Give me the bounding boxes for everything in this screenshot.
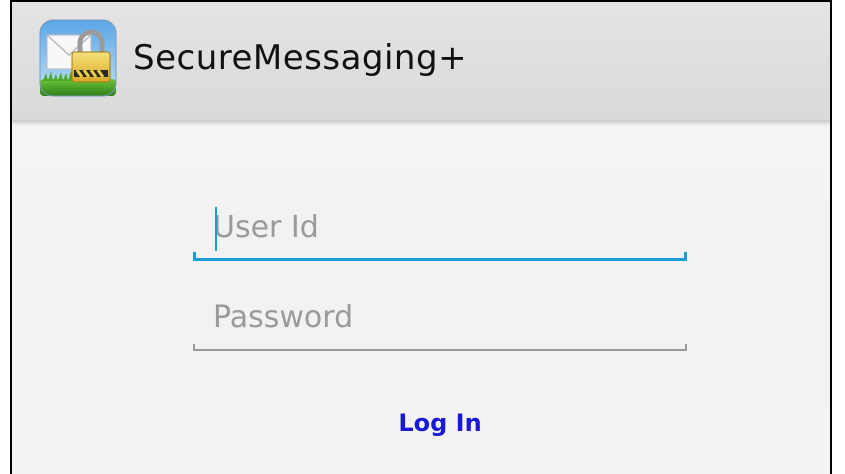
text-cursor: [215, 207, 217, 251]
password-field-container[interactable]: [193, 289, 687, 351]
app-window: SecureMessaging+ Log In: [10, 0, 832, 474]
userid-input[interactable]: [213, 205, 653, 249]
userid-field-container[interactable]: [193, 199, 687, 261]
password-underline: [193, 344, 687, 351]
password-input[interactable]: [213, 295, 653, 339]
action-bar: SecureMessaging+: [12, 2, 830, 122]
login-button[interactable]: Log In: [380, 401, 500, 445]
userid-underline: [193, 252, 687, 261]
app-title: SecureMessaging+: [133, 38, 468, 78]
envelope-lock-icon: [39, 19, 117, 97]
